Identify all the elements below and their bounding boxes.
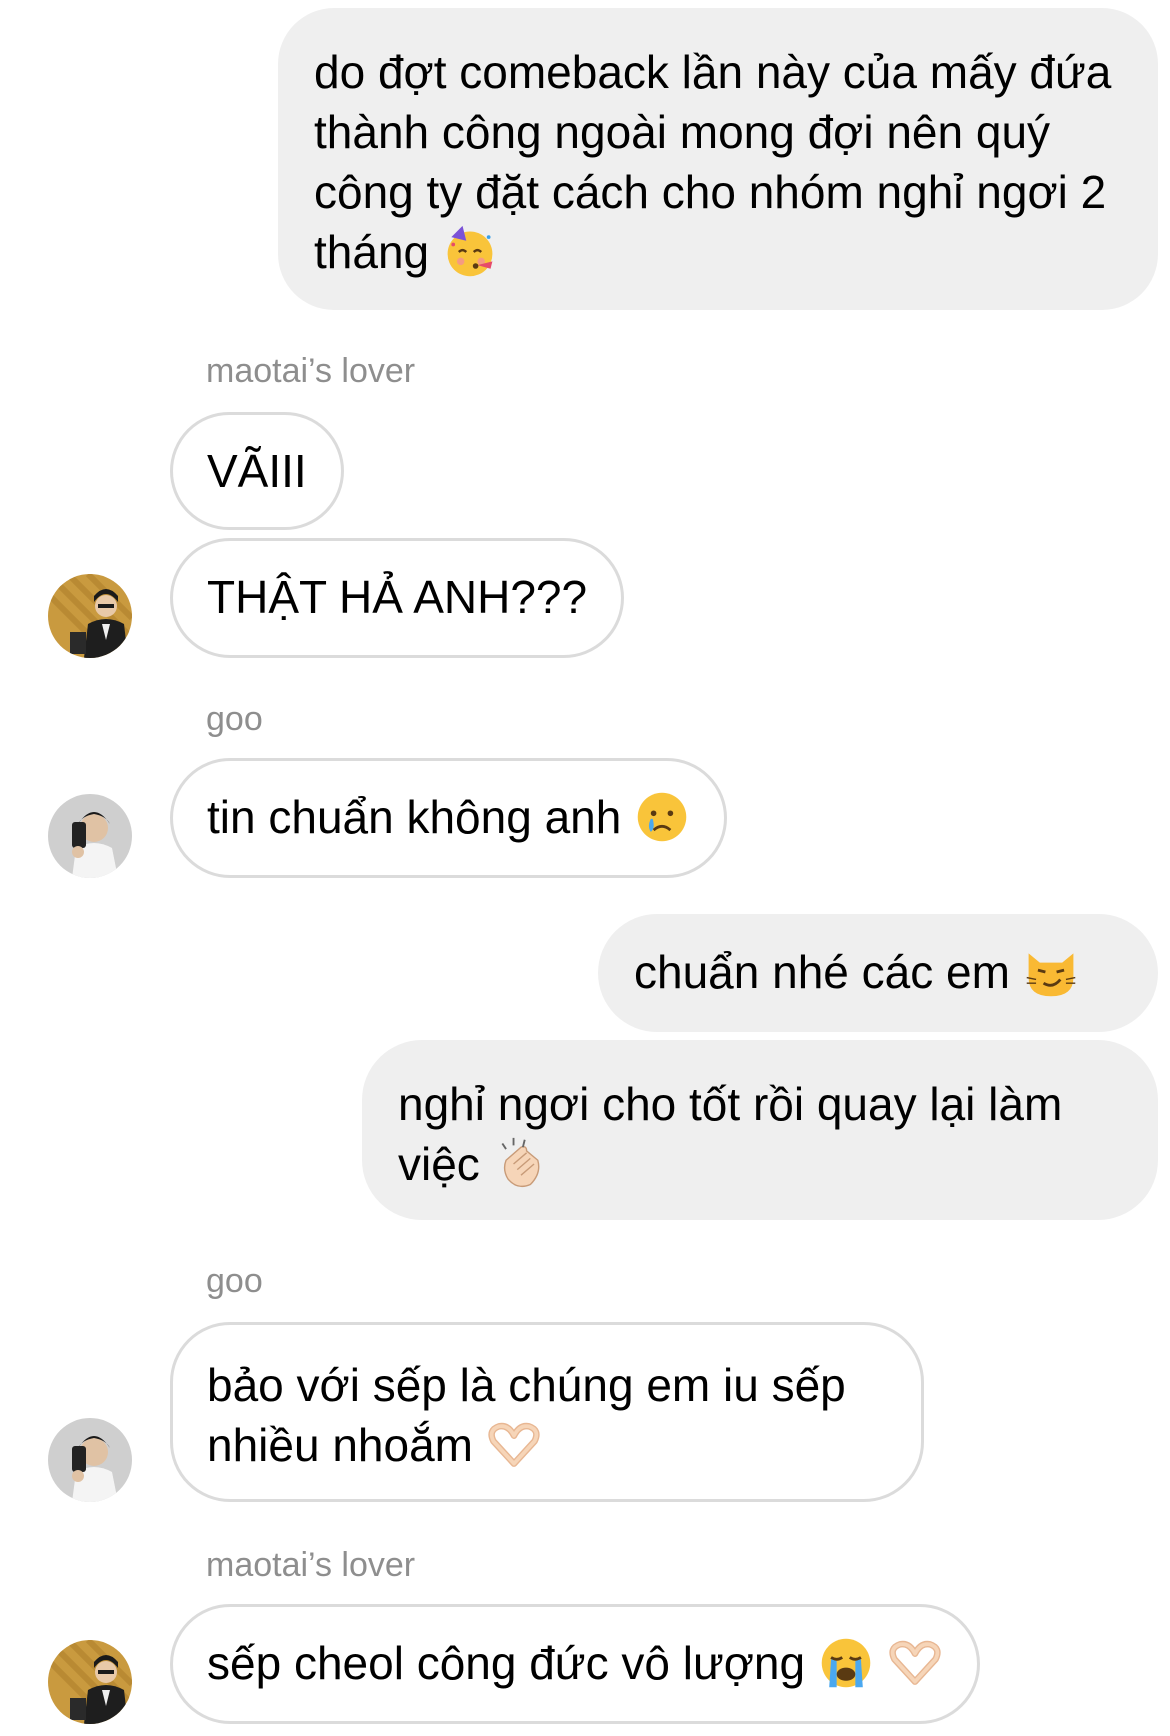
crying-face-icon bbox=[634, 789, 690, 845]
partying-face-icon bbox=[442, 224, 498, 280]
incoming-message[interactable]: sếp cheol công đức vô lượng bbox=[170, 1604, 980, 1724]
message-text: sếp cheol công đức vô lượng bbox=[207, 1637, 806, 1689]
clapping-hands-icon bbox=[493, 1136, 549, 1192]
outgoing-message[interactable]: nghỉ ngơi cho tốt rồi quay lại làm việc bbox=[362, 1040, 1158, 1220]
incoming-message[interactable]: tin chuẩn không anh bbox=[170, 758, 728, 878]
avatar-maotais-lover[interactable] bbox=[48, 574, 132, 658]
incoming-message[interactable]: VÃIII bbox=[170, 412, 344, 530]
avatar-goo[interactable] bbox=[48, 1418, 132, 1502]
sender-name: maotai’s lover bbox=[206, 352, 416, 390]
avatar-maotais-lover[interactable] bbox=[48, 1640, 132, 1724]
heart-hands-icon bbox=[887, 1635, 943, 1691]
sender-name: goo bbox=[206, 700, 263, 738]
incoming-message[interactable]: bảo với sếp là chúng em iu sếp nhiều nho… bbox=[170, 1322, 924, 1502]
sender-name: maotai’s lover bbox=[206, 1546, 416, 1584]
message-text: tin chuẩn không anh bbox=[207, 791, 622, 843]
message-text: THẬT HẢ ANH??? bbox=[207, 571, 588, 623]
heart-hands-icon bbox=[486, 1417, 542, 1473]
message-text: chuẩn nhé các em bbox=[634, 946, 1010, 998]
smirking-cat-icon bbox=[1023, 944, 1079, 1000]
outgoing-message[interactable]: do đợt comeback lần này của mấy đứa thàn… bbox=[278, 8, 1158, 310]
loudly-crying-face-icon bbox=[818, 1635, 874, 1691]
incoming-message[interactable]: THẬT HẢ ANH??? bbox=[170, 538, 625, 658]
sender-name: goo bbox=[206, 1262, 263, 1300]
chat-thread: do đợt comeback lần này của mấy đứa thàn… bbox=[0, 0, 1170, 1736]
outgoing-message[interactable]: chuẩn nhé các em bbox=[598, 914, 1158, 1032]
message-text: do đợt comeback lần này của mấy đứa thàn… bbox=[314, 46, 1112, 278]
message-text: VÃIII bbox=[207, 445, 307, 497]
avatar-goo[interactable] bbox=[48, 794, 132, 878]
